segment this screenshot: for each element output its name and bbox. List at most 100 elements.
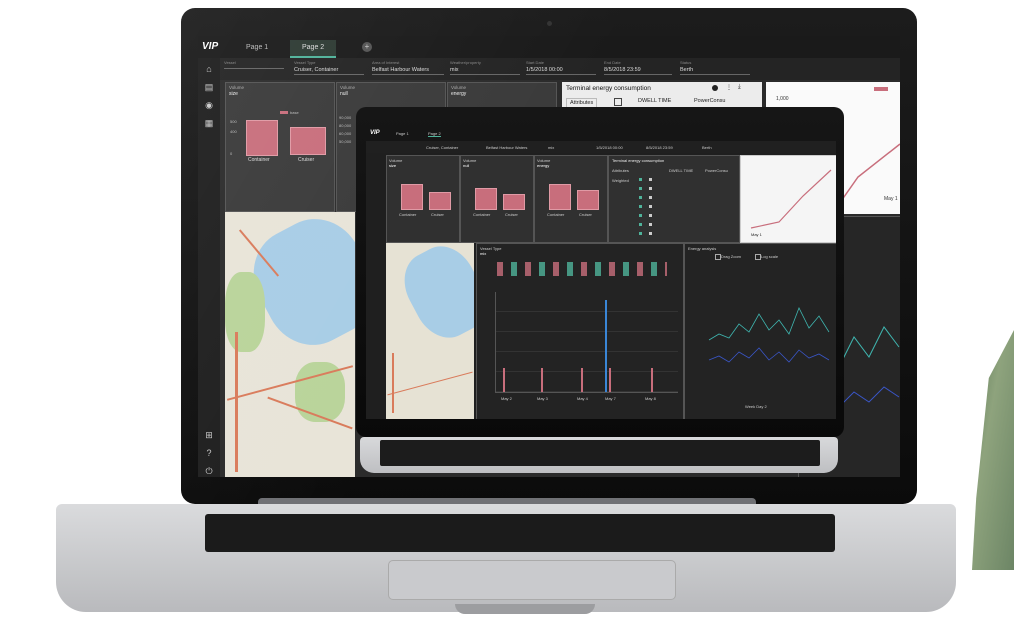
bar[interactable] (605, 300, 607, 392)
x-tick: May 1 (751, 232, 762, 237)
map-road (235, 332, 238, 472)
bar-container[interactable] (475, 188, 497, 210)
more-icon[interactable]: ⋮ (726, 84, 732, 91)
panel-subtitle: energy (451, 91, 467, 97)
small-volume-panel-2: Volume null Container Cruiser (460, 155, 534, 243)
laptop-keyboard (205, 514, 835, 552)
bar[interactable] (609, 368, 611, 392)
filter-icon[interactable]: ▤ (204, 82, 214, 92)
small-tab-page-2[interactable]: Page 2 (428, 131, 441, 137)
bar-cruiser[interactable] (290, 127, 326, 155)
x-tick: May 4 (577, 396, 588, 401)
small-tab-page-1[interactable]: Page 1 (396, 131, 409, 136)
small-filter-bar: Cruiser, Container Belfast Harbour Water… (366, 141, 836, 153)
small-energy-analysis-panel: Energy analysis Drag Zoom Log scale Week… (684, 243, 836, 419)
column-attributes[interactable]: Attributes (612, 168, 629, 173)
small-filter-status[interactable]: Berth (702, 145, 712, 150)
compass-icon[interactable]: ◉ (204, 100, 214, 110)
category-label: Container (473, 212, 491, 217)
map-water (392, 243, 474, 349)
small-filter-weather[interactable]: mix (548, 145, 554, 150)
row-markers (639, 178, 642, 236)
row-label: Weighted (612, 178, 629, 183)
panel-subtitle: size (229, 91, 238, 97)
bar-container[interactable] (401, 184, 423, 210)
y-tick: 80,000 (339, 123, 352, 128)
tab-page-1[interactable]: Page 1 (234, 40, 280, 56)
harbour-map[interactable] (225, 212, 355, 477)
small-harbour-map[interactable] (386, 243, 474, 419)
plus-square-icon[interactable]: ⊞ (204, 430, 214, 440)
panel-title: Volume (229, 85, 245, 90)
power-icon[interactable]: ⏻ (204, 466, 214, 476)
bar[interactable] (581, 368, 583, 392)
small-laptop-screen: VIP Page 1 Page 2 Cruiser, Container Bel… (366, 127, 836, 419)
laptop-trackpad (388, 560, 676, 600)
category-label: Cruiser (431, 212, 444, 217)
y-tick: 90,000 (339, 115, 352, 120)
volume-panel-size: Volume size base 500 400 0 Container Cru… (225, 82, 335, 212)
grid-icon[interactable]: ▦ (204, 118, 214, 128)
small-app-logo: VIP (370, 130, 380, 136)
map-road (392, 353, 394, 413)
bar[interactable] (651, 368, 653, 392)
energy-panel-title: Terminal energy consumption (566, 85, 651, 92)
bar-cruiser[interactable] (429, 192, 451, 210)
column-dwell-time[interactable]: DWELL TIME (669, 168, 693, 173)
panel-subtitle: energy (537, 163, 550, 168)
column-power[interactable]: PowerConsu (694, 98, 726, 104)
laptop-notch (455, 604, 595, 614)
bar-container[interactable] (246, 120, 278, 156)
download-icon[interactable]: ⤓ (738, 84, 741, 91)
small-filter-area[interactable]: Belfast Harbour Waters (486, 145, 527, 150)
bar-cruiser[interactable] (577, 190, 599, 210)
select-checkbox[interactable] (614, 98, 622, 106)
filter-vessel-type[interactable]: Vessel Type Cruiser, Container (294, 60, 364, 75)
column-power[interactable]: PowerConsu (705, 168, 728, 173)
filter-weather[interactable]: Weather/property mix (450, 60, 520, 75)
help-icon[interactable]: ? (204, 448, 214, 458)
bar-container[interactable] (549, 184, 571, 210)
small-energy-panel: Terminal energy consumption Attributes D… (608, 155, 740, 243)
small-filter-vessel-type[interactable]: Cruiser, Container (426, 145, 458, 150)
tab-page-2[interactable]: Page 2 (290, 40, 337, 58)
info-icon[interactable] (712, 85, 718, 91)
panel-subtitle: null (463, 163, 470, 168)
filter-status[interactable]: Status Berth (680, 60, 750, 75)
energy-panel-title: Terminal energy consumption (612, 158, 665, 163)
bar-cruiser[interactable] (503, 194, 525, 210)
series-line (838, 326, 900, 368)
filter-vessel[interactable]: Vessel (224, 60, 284, 69)
small-line-svg (750, 169, 832, 229)
panel-subtitle: size (389, 163, 397, 168)
legend-swatch (280, 111, 288, 114)
filter-bar: Vessel Vessel Type Cruiser, Container Are… (220, 58, 900, 80)
series-line (838, 386, 900, 408)
x-tick: May 3 (537, 396, 548, 401)
legend-label: base (290, 110, 299, 115)
column-dwell-time[interactable]: DWELL TIME (638, 98, 671, 104)
map-road (387, 371, 473, 396)
series-teal (708, 307, 830, 341)
filter-end-date[interactable]: End Date 8/5/2018 23:59 (604, 60, 672, 75)
legend-swatches (497, 262, 667, 276)
bar[interactable] (541, 368, 543, 392)
map-park (225, 272, 265, 352)
small-line-panel: May 1 (740, 155, 836, 243)
add-tab-button[interactable]: + (362, 42, 372, 52)
small-filter-end-date[interactable]: 8/5/2018 23:59 (646, 145, 673, 150)
app-logo: VIP (202, 41, 219, 52)
category-label: Cruiser (505, 212, 518, 217)
x-tick: May 7 (605, 396, 616, 401)
series-blue (708, 347, 830, 363)
small-volume-panel-1: Volume size Container Cruiser (386, 155, 460, 243)
x-tick: May 8 (645, 396, 656, 401)
home-icon[interactable]: ⌂ (204, 64, 214, 74)
bar[interactable] (503, 368, 505, 392)
filter-start-date[interactable]: Start Date 1/5/2018 00:00 (526, 60, 596, 75)
filter-area[interactable]: Area of Interest Belfast Harbour Waters (372, 60, 444, 75)
series-line (750, 169, 832, 229)
row-checkboxes[interactable] (649, 178, 652, 236)
x-tick: May 2 (501, 396, 512, 401)
small-filter-start-date[interactable]: 1/5/2018 00:00 (596, 145, 623, 150)
